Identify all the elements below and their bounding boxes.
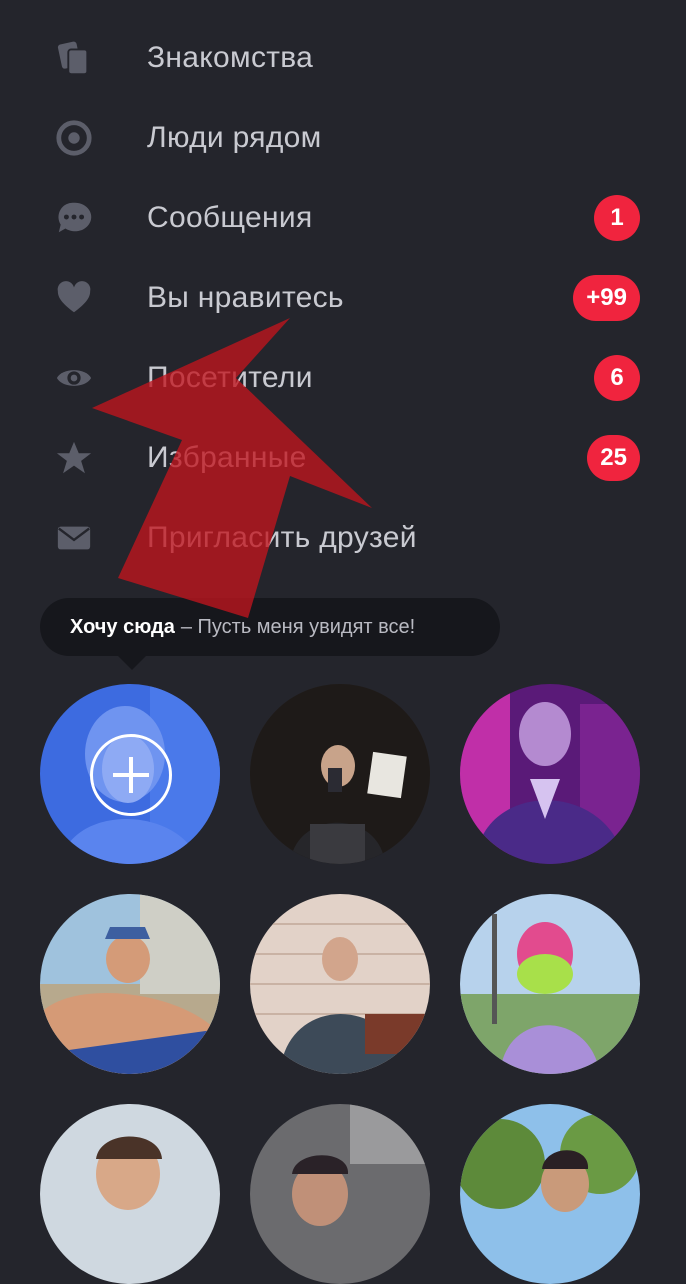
menu-label: Посетители (147, 361, 313, 394)
star-icon (54, 438, 94, 478)
menu-label: Знакомства (147, 41, 314, 74)
messages-badge: 1 (594, 195, 640, 241)
profile-avatar[interactable] (460, 1104, 640, 1284)
want-here-tooltip[interactable]: Хочу сюда – Пусть меня увидят все! (40, 598, 500, 670)
menu-label: Сообщения (147, 201, 313, 234)
chat-bubble-icon (54, 198, 94, 238)
profile-avatar[interactable] (250, 894, 430, 1074)
profile-avatar[interactable] (250, 1104, 430, 1284)
tooltip-text: – Пусть меня увидят все! (180, 615, 416, 638)
profile-avatar[interactable] (40, 894, 220, 1074)
menu-item-dating[interactable]: Знакомства (0, 18, 686, 98)
user-photo (460, 684, 640, 864)
likes-badge: +99 (573, 275, 640, 321)
menu-item-people-nearby[interactable]: Люди рядом (0, 98, 686, 178)
favorites-badge: 25 (587, 435, 640, 481)
user-photo (460, 894, 640, 1074)
menu-item-messages[interactable]: Сообщения 1 (0, 178, 686, 258)
menu-label: Люди рядом (147, 121, 322, 154)
envelope-icon (54, 518, 94, 558)
user-photo (460, 1104, 640, 1284)
profile-avatar[interactable] (250, 684, 430, 864)
visitors-badge: 6 (594, 355, 640, 401)
add-photo-avatar[interactable] (40, 684, 220, 864)
user-photo (40, 894, 220, 1074)
menu-item-visitors[interactable]: Посетители 6 (0, 338, 686, 418)
add-photo-icon[interactable] (90, 734, 172, 816)
user-photo (250, 894, 430, 1074)
menu-label: Пригласить друзей (147, 521, 417, 554)
eye-icon (54, 358, 94, 398)
tooltip-title: Хочу сюда (70, 615, 175, 638)
user-photo (40, 1104, 220, 1284)
profile-avatar[interactable] (40, 1104, 220, 1284)
menu-item-likes[interactable]: Вы нравитесь +99 (0, 258, 686, 338)
heart-icon (54, 278, 94, 318)
menu-label: Избранные (147, 441, 307, 474)
cards-icon (54, 38, 94, 78)
menu-item-favorites[interactable]: Избранные 25 (0, 418, 686, 498)
profile-avatar[interactable] (460, 894, 640, 1074)
target-icon (54, 118, 94, 158)
menu-item-invite-friends[interactable]: Пригласить друзей (0, 498, 686, 578)
profile-avatar[interactable] (460, 684, 640, 864)
menu-label: Вы нравитесь (147, 281, 344, 314)
user-photo (250, 684, 430, 864)
user-photo (250, 1104, 430, 1284)
